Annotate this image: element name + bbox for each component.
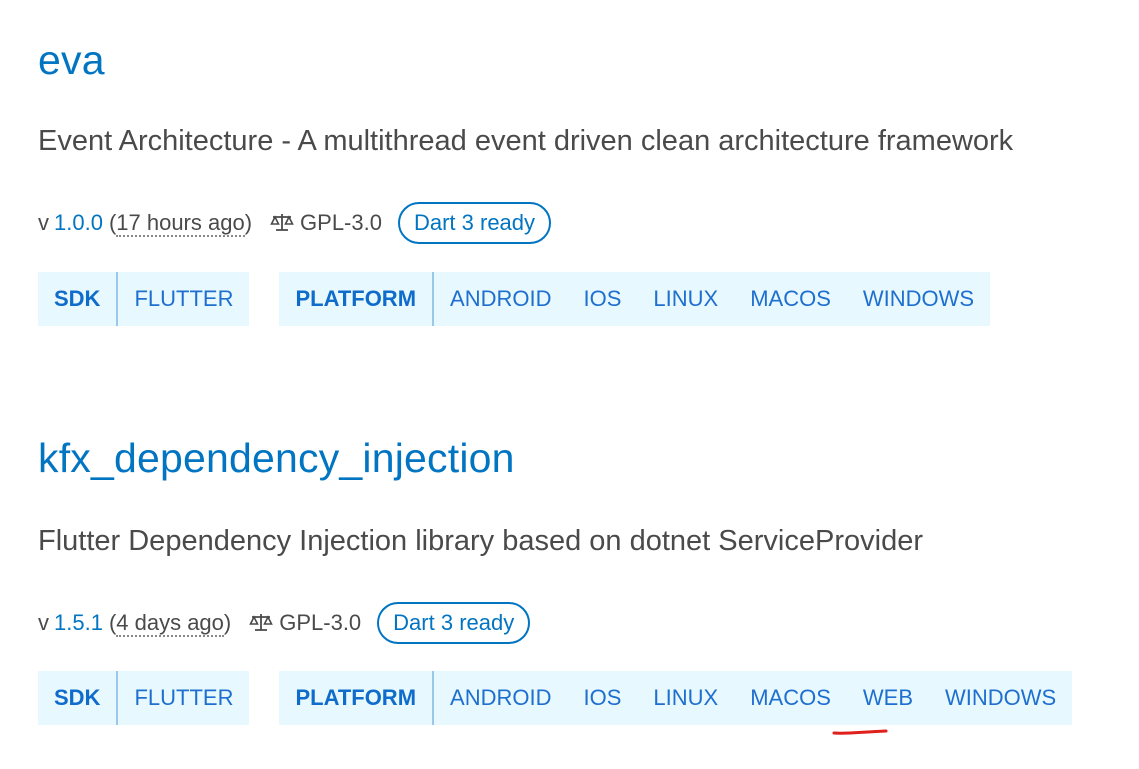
tag-row: SDK FLUTTER PLATFORM ANDROID IOS LINUX M… <box>38 272 1020 326</box>
version-link[interactable]: 1.0.0 <box>54 210 103 236</box>
dart3-ready-badge[interactable]: Dart 3 ready <box>377 602 531 644</box>
package-title[interactable]: kfx_dependency_injection <box>38 434 515 482</box>
sdk-tag-label[interactable]: SDK <box>38 671 119 725</box>
platform-tag-label[interactable]: PLATFORM <box>279 671 435 725</box>
platform-tag-linux[interactable]: LINUX <box>637 671 734 725</box>
license-label: GPL-3.0 <box>300 210 382 235</box>
license-label: GPL-3.0 <box>279 610 362 635</box>
published-time: (17 hours ago) <box>108 210 253 237</box>
package-metadata: v 1.5.1 (4 days ago) GPL-3.0 Dart 3 read… <box>38 600 531 646</box>
platform-tag-android[interactable]: ANDROID <box>434 272 567 326</box>
package-description: Event Architecture - A multithread event… <box>38 125 1014 157</box>
sdk-tag-flutter[interactable]: FLUTTER <box>118 272 249 326</box>
balance-scale-icon <box>249 614 274 631</box>
tag-row: SDK FLUTTER PLATFORM ANDROID IOS LINUX M… <box>38 671 1102 725</box>
platform-tag-linux[interactable]: LINUX <box>637 272 734 326</box>
package-description: Flutter Dependency Injection library bas… <box>38 525 923 557</box>
version-link[interactable]: 1.5.1 <box>54 610 103 636</box>
version-prefix: v <box>38 210 49 235</box>
platform-tag-windows[interactable]: WINDOWS <box>929 671 1072 725</box>
platform-tag-windows[interactable]: WINDOWS <box>847 272 990 326</box>
package-title[interactable]: eva <box>38 36 105 84</box>
red-underline-annotation <box>832 729 888 735</box>
dart3-ready-badge[interactable]: Dart 3 ready <box>397 202 552 244</box>
sdk-tag-label[interactable]: SDK <box>38 272 119 326</box>
platform-tag-ios[interactable]: IOS <box>567 272 637 326</box>
version-prefix: v <box>38 610 49 635</box>
package-card-eva: eva Event Architecture - A multithread e… <box>38 36 1013 326</box>
license: GPL-3.0 <box>270 210 382 236</box>
platform-tag-group: PLATFORM ANDROID IOS LINUX MACOS WEB WIN… <box>279 671 1073 725</box>
license: GPL-3.0 <box>249 610 361 636</box>
platform-tag-macos[interactable]: MACOS <box>734 272 847 326</box>
platform-tag-group: PLATFORM ANDROID IOS LINUX MACOS WINDOWS <box>279 272 991 326</box>
sdk-tag-group: SDK FLUTTER <box>38 272 250 326</box>
package-metadata: v 1.0.0 (17 hours ago) GPL-3.0 Dart 3 re… <box>38 200 552 246</box>
platform-tag-macos[interactable]: MACOS <box>734 671 847 725</box>
platform-tag-web[interactable]: WEB <box>847 671 929 725</box>
package-card-kfx-dependency-injection: kfx_dependency_injection Flutter Depende… <box>38 434 1073 725</box>
sdk-tag-group: SDK FLUTTER <box>38 671 250 725</box>
platform-tag-ios[interactable]: IOS <box>567 671 637 725</box>
published-time: (4 days ago) <box>108 610 232 637</box>
platform-tag-label[interactable]: PLATFORM <box>279 272 435 326</box>
balance-scale-icon <box>270 214 294 231</box>
platform-tag-android[interactable]: ANDROID <box>434 671 567 725</box>
sdk-tag-flutter[interactable]: FLUTTER <box>118 671 249 725</box>
